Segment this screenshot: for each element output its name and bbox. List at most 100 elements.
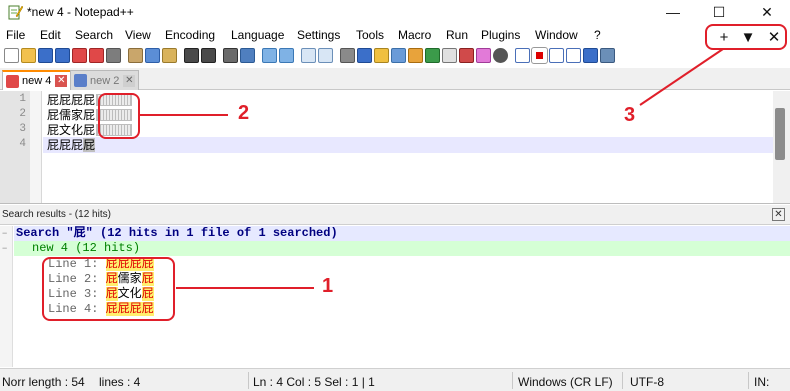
close-search-results-icon[interactable]: ✕ [772, 208, 785, 221]
indent-guide-icon[interactable] [374, 48, 389, 63]
doc-list-icon[interactable] [476, 48, 491, 63]
copy-icon[interactable] [145, 48, 160, 63]
panel-dropdown-button[interactable]: ▼ [737, 28, 759, 46]
menu-settings[interactable]: Settings [297, 28, 340, 42]
tab-label: new 2 [90, 74, 120, 87]
line-char: 屁 [59, 138, 72, 152]
status-insert-mode[interactable]: IN: [754, 375, 769, 389]
fold-collapse-icon[interactable]: − [2, 228, 7, 238]
maximize-button[interactable]: ☐ [696, 0, 742, 24]
line-char: 屁 [71, 138, 84, 152]
fold-margin[interactable] [30, 91, 42, 203]
record-circle-icon[interactable] [493, 48, 508, 63]
tab-new-2[interactable]: new 2 ✕ [70, 70, 140, 90]
print-icon[interactable] [106, 48, 121, 63]
zoom-in-icon[interactable] [262, 48, 277, 63]
close-window-button[interactable]: ✕ [744, 0, 790, 24]
monitoring-icon[interactable] [459, 48, 474, 63]
open-folder-icon[interactable] [21, 48, 36, 63]
macro-fastforward-icon[interactable] [583, 48, 598, 63]
fold-margin[interactable]: − − [0, 226, 13, 367]
function-list-icon[interactable] [425, 48, 440, 63]
cut-icon[interactable] [128, 48, 143, 63]
zoom-out-icon[interactable] [279, 48, 294, 63]
fold-collapse-icon[interactable]: − [2, 243, 7, 253]
minimize-button[interactable]: — [650, 0, 696, 24]
search-results-header: Search results - (12 hits) ✕ [0, 205, 790, 225]
status-divider [622, 372, 623, 389]
line-text: 屁文化屁 [47, 123, 96, 137]
status-bar: Norr length : 54 lines : 4 Ln : 4 Col : … [0, 368, 790, 391]
status-divider [248, 372, 249, 389]
close-panel-button[interactable]: ✕ [763, 28, 785, 46]
title-bar: *new 4 - Notepad++ — ☐ ✕ [0, 0, 790, 24]
annotation-label-3: 3 [624, 104, 636, 126]
status-encoding[interactable]: UTF-8 [630, 375, 664, 389]
sync-horizontal-icon[interactable] [318, 48, 333, 63]
undo-icon[interactable] [184, 48, 199, 63]
toolbar [0, 45, 700, 67]
menu-tools[interactable]: Tools [356, 28, 384, 42]
close-file-icon[interactable] [72, 48, 87, 63]
macro-stop-icon[interactable] [531, 47, 548, 64]
status-position: Ln : 4 Col : 5 Sel : 1 | 1 [253, 375, 375, 389]
save-macro-icon[interactable] [600, 48, 615, 63]
replace-icon[interactable] [240, 48, 255, 63]
word-wrap-icon[interactable] [340, 48, 355, 63]
menu-search[interactable]: Search [75, 28, 113, 42]
line-text: 屁屁屁屁 [47, 138, 96, 152]
search-summary-line[interactable]: Search "屁" (12 hits in 1 file of 1 searc… [14, 226, 790, 241]
notepadpp-app-icon [7, 4, 24, 20]
status-divider [748, 372, 749, 389]
search-results-title: Search results - (12 hits) [2, 209, 111, 220]
unsaved-file-icon [6, 74, 19, 88]
menu-edit[interactable]: Edit [40, 28, 61, 42]
editor-line[interactable]: 屁屁屁屁 [43, 92, 773, 108]
annotation-label-1: 1 [322, 275, 334, 297]
editor-line-current[interactable]: 屁屁屁屁 [43, 137, 773, 153]
add-panel-button[interactable]: + [713, 28, 735, 46]
panel-controls: + ▼ ✕ [705, 24, 787, 50]
selected-char: 屁 [83, 138, 96, 152]
tab-close-icon[interactable]: ✕ [123, 74, 136, 87]
tab-new-4[interactable]: new 4 ✕ [2, 70, 72, 90]
save-all-icon[interactable] [55, 48, 70, 63]
save-icon[interactable] [38, 48, 53, 63]
show-all-chars-icon[interactable] [357, 48, 372, 63]
editor-line[interactable]: 屁儒家屁 [43, 107, 773, 123]
line-number-gutter: 1 2 3 4 [0, 91, 30, 203]
file-result-line[interactable]: new 4 (12 hits) [14, 241, 790, 256]
doc-map-icon[interactable] [408, 48, 423, 63]
menu-plugins[interactable]: Plugins [481, 28, 520, 42]
status-eol[interactable]: Windows (CR LF) [518, 375, 613, 389]
annotation-box-2 [98, 93, 140, 139]
redo-icon[interactable] [201, 48, 216, 63]
sync-vertical-icon[interactable] [301, 48, 316, 63]
menu-help[interactable]: ? [594, 28, 601, 42]
new-file-icon[interactable] [4, 48, 19, 63]
tab-label: new 4 [22, 75, 52, 87]
line-text: 屁儒家屁 [47, 108, 96, 122]
macro-run-multiple-icon[interactable] [566, 48, 581, 63]
macro-record-icon[interactable] [515, 48, 530, 63]
folder-workspace-icon[interactable] [442, 48, 457, 63]
status-divider [512, 372, 513, 389]
menu-file[interactable]: File [6, 28, 25, 42]
line-char: 屁 [47, 138, 60, 152]
macro-play-icon[interactable] [549, 48, 564, 63]
find-icon[interactable] [223, 48, 238, 63]
close-all-icon[interactable] [89, 48, 104, 63]
tab-close-icon[interactable]: ✕ [55, 75, 68, 87]
menu-language[interactable]: Language [231, 28, 284, 42]
menu-view[interactable]: View [125, 28, 151, 42]
menu-encoding[interactable]: Encoding [165, 28, 215, 42]
menu-run[interactable]: Run [446, 28, 468, 42]
line-text: 屁屁屁屁 [47, 93, 96, 107]
window-title: *new 4 - Notepad++ [27, 5, 134, 19]
menu-macro[interactable]: Macro [398, 28, 431, 42]
paste-icon[interactable] [162, 48, 177, 63]
editor-line[interactable]: 屁文化屁 [43, 122, 773, 138]
scrollbar-thumb[interactable] [775, 108, 785, 160]
menu-window[interactable]: Window [535, 28, 578, 42]
udl-icon[interactable] [391, 48, 406, 63]
